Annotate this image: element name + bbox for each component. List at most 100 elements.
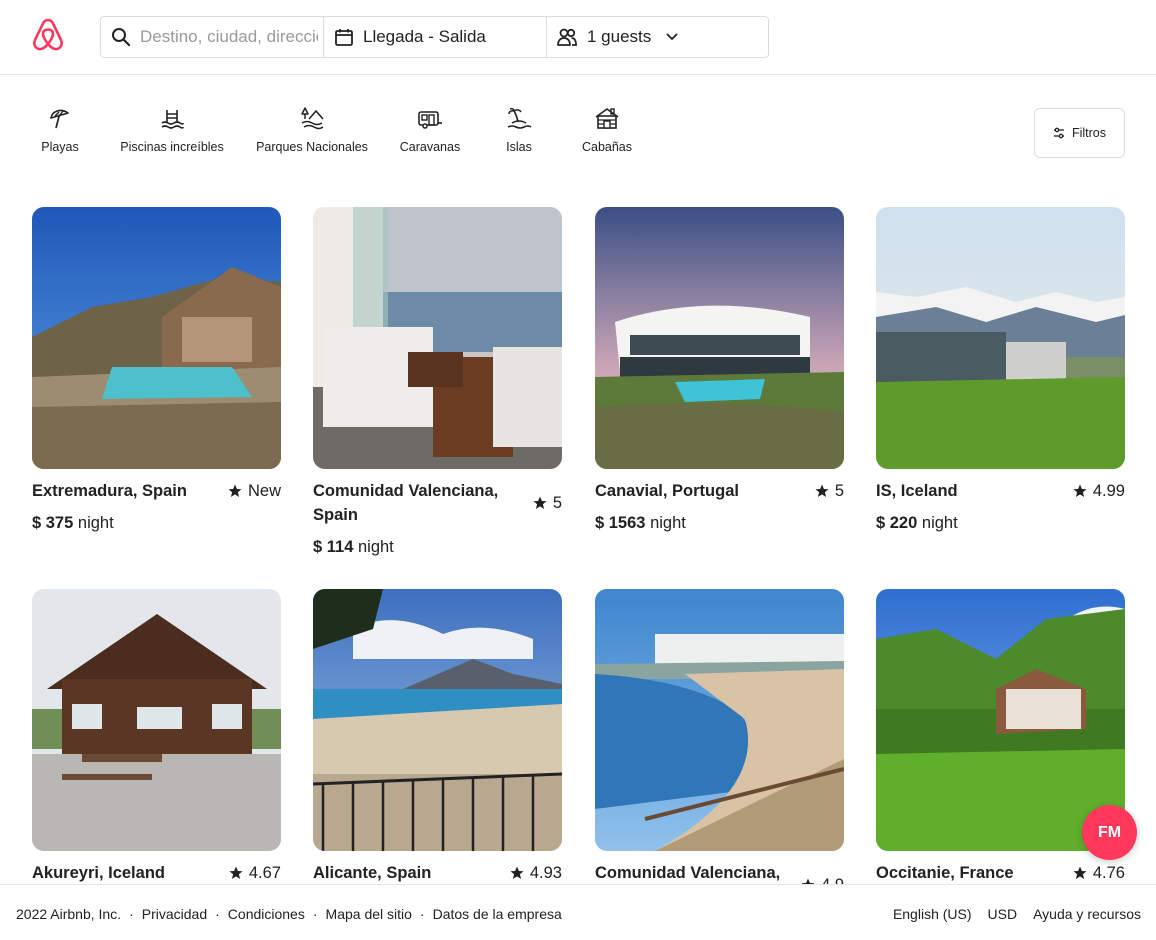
destination-input[interactable]	[140, 27, 318, 47]
category-parques[interactable]: Parques Nacionales	[255, 100, 369, 154]
category-bar: Playas Piscinas increíbles Parques Nacio…	[0, 100, 1156, 170]
listing-rating: 4.99	[1073, 479, 1125, 503]
listing-photo[interactable]	[313, 589, 562, 851]
copyright: 2022 Airbnb, Inc.	[16, 906, 122, 922]
category-playas[interactable]: Playas	[38, 100, 82, 154]
listing-photo[interactable]	[876, 207, 1125, 469]
listing-info: Comunidad Valenciana, Spain 5 $ 114 nigh…	[313, 479, 562, 559]
listing-photo[interactable]	[595, 207, 844, 469]
listing-rating: 5	[815, 479, 844, 503]
category-islas[interactable]: Islas	[503, 100, 535, 154]
listing-price: $ 220 night	[876, 511, 1125, 535]
listing-photo[interactable]	[313, 207, 562, 469]
listing-card[interactable]: IS, Iceland 4.99 $ 220 night	[876, 207, 1125, 535]
listing-location: Occitanie, France	[876, 864, 1014, 882]
listing-photo[interactable]	[32, 589, 281, 851]
footer: 2022 Airbnb, Inc. · Privacidad · Condici…	[0, 884, 1156, 940]
footer-link-condiciones[interactable]: Condiciones	[228, 906, 305, 922]
rating-value: 5	[552, 494, 562, 512]
destination-segment[interactable]	[101, 17, 324, 57]
listing-info: Extremadura, Spain New $ 375 night	[32, 479, 281, 535]
airbnb-logo-icon[interactable]	[31, 17, 65, 53]
star-icon	[1073, 866, 1087, 879]
beach-umbrella-icon	[50, 109, 69, 129]
listing-location: Canavial, Portugal	[595, 482, 739, 500]
top-header: Llegada - Salida 1 guests	[0, 0, 1156, 75]
rating-value: 4.76	[1092, 864, 1125, 882]
rating-value: 4.67	[248, 864, 281, 882]
listing-info: Akureyri, Iceland 4.67	[32, 861, 281, 885]
star-icon	[510, 866, 524, 879]
category-caravanas[interactable]: Caravanas	[399, 100, 461, 154]
category-piscinas[interactable]: Piscinas increíbles	[119, 100, 225, 154]
listing-photo[interactable]	[876, 589, 1125, 851]
help-link[interactable]: Ayuda y recursos	[1033, 906, 1141, 922]
listing-rating: New	[228, 479, 281, 503]
category-label: Parques Nacionales	[256, 140, 368, 154]
listing-location: Extremadura, Spain	[32, 482, 187, 500]
listing-location: Alicante, Spain	[313, 864, 432, 882]
chevron-down-icon[interactable]	[665, 32, 679, 42]
listing-card[interactable]: Akureyri, Iceland 4.67	[32, 589, 281, 885]
listing-card[interactable]: Comunidad Valenciana, 4.9	[595, 589, 844, 894]
price-amount: $ 220	[876, 514, 918, 532]
rating-value: 4.93	[529, 864, 562, 882]
listing-price: $ 375 night	[32, 511, 281, 535]
category-label: Islas	[506, 140, 532, 154]
caravan-icon	[418, 111, 442, 129]
separator: ·	[215, 906, 220, 922]
filters-button[interactable]: Filtros	[1034, 108, 1125, 158]
listing-card[interactable]: Comunidad Valenciana, Spain 5 $ 114 nigh…	[313, 207, 562, 559]
rating-value: 5	[834, 482, 844, 500]
listing-rating: 4.93	[510, 861, 562, 885]
listing-price: $ 1563 night	[595, 511, 844, 535]
language-selector[interactable]: English (US)	[893, 906, 972, 922]
search-bar: Llegada - Salida 1 guests	[100, 16, 769, 58]
footer-link-datos[interactable]: Datos de la empresa	[433, 906, 562, 922]
listing-photo[interactable]	[32, 207, 281, 469]
star-icon	[533, 496, 547, 509]
user-avatar-button[interactable]: FM	[1082, 805, 1137, 860]
listing-card[interactable]: Alicante, Spain 4.93	[313, 589, 562, 885]
price-unit: night	[357, 538, 394, 556]
category-label: Cabañas	[581, 140, 633, 154]
star-icon	[229, 866, 243, 879]
star-icon	[228, 484, 242, 497]
listing-rating: 4.67	[229, 861, 281, 885]
price-unit: night	[650, 514, 686, 532]
dates-segment[interactable]: Llegada - Salida	[324, 17, 547, 57]
listing-location: Akureyri, Iceland	[32, 864, 165, 882]
footer-settings: English (US) USD Ayuda y recursos	[893, 906, 1141, 922]
separator: ·	[312, 906, 318, 922]
footer-links: 2022 Airbnb, Inc. · Privacidad · Condici…	[16, 906, 562, 922]
pool-icon	[161, 110, 184, 129]
listing-rating: 4.76	[1073, 861, 1125, 885]
category-label: Caravanas	[399, 140, 461, 154]
listing-info: Comunidad Valenciana, 4.9	[595, 861, 844, 894]
category-cabanas[interactable]: Cabañas	[580, 100, 634, 154]
listing-rating: 5	[533, 491, 562, 515]
listing-photo[interactable]	[595, 589, 844, 851]
listing-location: Comunidad Valenciana,	[595, 864, 781, 882]
listing-card[interactable]: Extremadura, Spain New $ 375 night	[32, 207, 281, 535]
footer-link-mapa[interactable]: Mapa del sitio	[326, 906, 412, 922]
guests-segment[interactable]: 1 guests	[547, 17, 768, 57]
cabin-icon	[595, 108, 619, 129]
dates-label: Llegada - Salida	[363, 27, 486, 46]
rating-value: New	[247, 482, 281, 500]
guests-label: 1 guests	[587, 27, 652, 46]
footer-link-privacidad[interactable]: Privacidad	[142, 906, 207, 922]
listing-location: Comunidad Valenciana, Spain	[313, 482, 499, 524]
price-amount: $ 375	[32, 514, 74, 532]
currency-selector[interactable]: USD	[988, 906, 1018, 922]
national-park-icon	[301, 107, 324, 130]
listing-card[interactable]: Canavial, Portugal 5 $ 1563 night	[595, 207, 844, 535]
separator: ·	[129, 906, 134, 922]
separator: ·	[419, 906, 425, 922]
listing-info: Occitanie, France 4.76	[876, 861, 1125, 885]
star-icon	[1073, 484, 1087, 497]
guests-icon	[557, 28, 577, 46]
category-label: Playas	[41, 140, 79, 154]
category-label: Piscinas increíbles	[120, 140, 224, 154]
star-icon	[815, 484, 829, 497]
